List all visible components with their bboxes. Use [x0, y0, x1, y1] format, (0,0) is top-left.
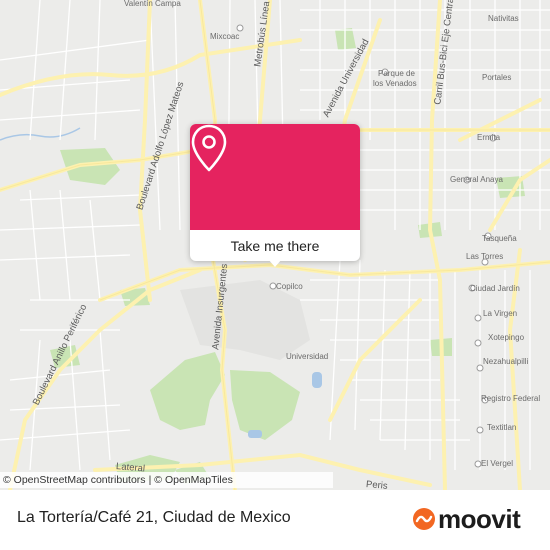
label-universidad: Universidad	[286, 352, 329, 361]
label-tasquena: Tasqueña	[482, 234, 517, 243]
location-pin-icon	[191, 124, 227, 172]
label-valentin-campa: Valentín Campa	[124, 0, 181, 8]
attribution-separator: |	[148, 474, 152, 486]
location-popup: Take me there	[190, 124, 360, 267]
label-periferico: Peris	[365, 479, 389, 490]
take-me-there-button[interactable]: Take me there	[190, 230, 360, 261]
moovit-wordmark: moovit	[438, 503, 521, 534]
label-parque-venados-1: Parque de	[378, 69, 415, 78]
popup-pointer	[268, 259, 282, 267]
label-nezahualpilli: Nezahualpilli	[483, 357, 529, 366]
moovit-logo-icon	[413, 508, 435, 530]
attribution-omt-link[interactable]: © OpenMapTiles	[154, 474, 233, 486]
attribution-osm-link[interactable]: © OpenStreetMap contributors	[3, 474, 146, 486]
label-la-virgen: La Virgen	[483, 309, 518, 318]
label-xotepingo: Xotepingo	[488, 333, 525, 342]
popup-header	[190, 124, 360, 230]
label-ermita: Ermita	[477, 133, 501, 142]
label-el-vergel: El Vergel	[481, 459, 514, 468]
moovit-brand[interactable]: moovit	[412, 503, 521, 534]
label-ciudad-jardin: Ciudad Jardín	[470, 284, 520, 293]
pond	[312, 372, 322, 388]
label-portales: Portales	[482, 73, 512, 82]
label-nativitas: Nativitas	[488, 14, 519, 23]
map-attribution: © OpenStreetMap contributors | © OpenMap…	[0, 472, 333, 488]
label-general-anaya: General Anaya	[450, 175, 503, 184]
label-mixcoac: Mixcoac	[210, 32, 240, 41]
map-view[interactable]: Valentín Campa Mixcoac Parque de los Ven…	[0, 0, 550, 490]
label-parque-venados-2: los Venados	[373, 79, 417, 88]
label-copilco: Copilco	[276, 282, 303, 291]
pond-2	[248, 430, 262, 438]
label-registro-federal: Registro Federal	[481, 394, 541, 403]
label-textitlan: Textitlan	[487, 423, 517, 432]
label-las-torres: Las Torres	[466, 252, 504, 261]
place-name: La Tortería/Café 21, Ciudad de Mexico	[17, 509, 291, 526]
